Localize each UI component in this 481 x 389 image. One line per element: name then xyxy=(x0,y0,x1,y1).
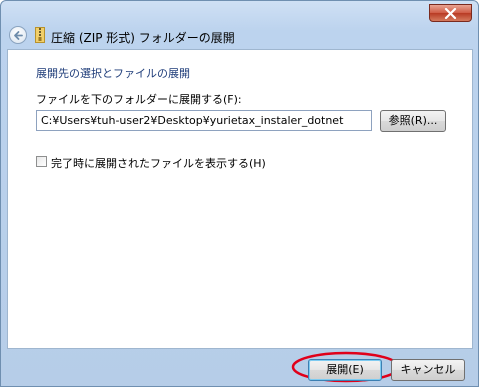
browse-button[interactable]: 参照(R)... xyxy=(380,110,446,132)
destination-label: ファイルを下のフォルダーに展開する(F): xyxy=(36,93,242,106)
extract-button[interactable]: 展開(E) xyxy=(308,359,382,381)
destination-path-input[interactable] xyxy=(36,110,372,131)
content-panel: 展開先の選択とファイルの展開 ファイルを下のフォルダーに展開する(F): 参照(… xyxy=(7,49,473,349)
show-files-label: 完了時に展開されたファイルを表示する(H) xyxy=(51,157,266,170)
extract-dialog-window: 圧縮 (ZIP 形式) フォルダーの展開 展開先の選択とファイルの展開 ファイル… xyxy=(0,0,479,387)
section-heading: 展開先の選択とファイルの展開 xyxy=(36,67,190,80)
wizard-nav-row: 圧縮 (ZIP 形式) フォルダーの展開 xyxy=(1,23,478,49)
back-button[interactable] xyxy=(9,26,27,44)
window-close-button[interactable] xyxy=(429,4,472,22)
dialog-title: 圧縮 (ZIP 形式) フォルダーの展開 xyxy=(51,31,235,45)
cancel-button[interactable]: キャンセル xyxy=(391,359,465,381)
show-files-checkbox[interactable] xyxy=(36,156,47,167)
dialog-footer: 展開(E) キャンセル xyxy=(1,351,478,386)
zip-folder-icon xyxy=(35,27,45,43)
